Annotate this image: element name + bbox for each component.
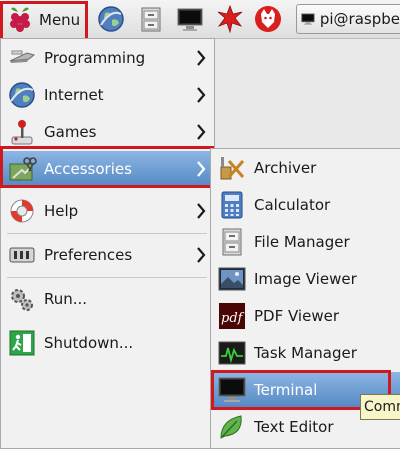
submenu-item-calculator[interactable]: Calculator: [213, 187, 400, 223]
taskbar: Menu pi@raspbe: [0, 0, 400, 41]
menu-button-highlight: [0, 1, 88, 41]
chevron-right-icon: [197, 203, 206, 219]
mathematica-icon[interactable]: [216, 5, 244, 33]
preferences-icon: [9, 247, 35, 263]
exit-icon: [9, 330, 35, 356]
submenu-item-pdf-viewer[interactable]: pdf PDF Viewer: [213, 298, 400, 334]
svg-text:pdf: pdf: [221, 311, 245, 326]
menu-item-shutdown[interactable]: Shutdown...: [3, 325, 212, 361]
submenu-item-archiver[interactable]: Archiver: [213, 150, 400, 186]
image-viewer-icon: [218, 267, 246, 291]
tooltip-text: Comm: [364, 399, 400, 415]
submenu-item-label: Image Viewer: [254, 270, 357, 288]
submenu-item-label: Task Manager: [254, 344, 357, 362]
browser-globe-icon[interactable]: [97, 5, 125, 33]
menu-item-label: Programming: [44, 49, 146, 67]
menu-item-label: Games: [44, 123, 97, 141]
file-cabinet-icon: [222, 228, 242, 256]
pdf-icon: pdf: [219, 303, 245, 329]
run-gears-icon: [11, 289, 33, 311]
menu-item-internet[interactable]: Internet: [3, 77, 212, 113]
menu-separator: [7, 233, 207, 234]
submenu-item-image-viewer[interactable]: Image Viewer: [213, 261, 400, 297]
menu-item-label: Internet: [44, 86, 104, 104]
menu-item-games[interactable]: Games: [3, 114, 212, 150]
main-menu: Programming Internet Games Accessories H…: [0, 38, 215, 449]
menu-item-label: Preferences: [44, 246, 133, 264]
terminal-icon: [301, 13, 315, 25]
wolfram-icon[interactable]: [254, 5, 282, 33]
lifebuoy-icon: [10, 199, 34, 223]
submenu-item-label: Calculator: [254, 196, 331, 214]
joystick-icon: [11, 120, 33, 145]
task-button-label: pi@raspbe: [319, 10, 400, 28]
tooltip: Comm: [360, 394, 400, 420]
chevron-right-icon: [197, 50, 206, 66]
text-editor-leaf-icon: [220, 415, 242, 439]
menu-item-label: Shutdown...: [44, 334, 134, 352]
menu-item-label: Help: [44, 202, 79, 220]
submenu-item-task-manager[interactable]: Task Manager: [213, 335, 400, 371]
submenu-item-label: Text Editor: [254, 418, 334, 436]
menu-item-programming[interactable]: Programming: [3, 40, 212, 76]
menu-item-help[interactable]: Help: [3, 193, 212, 229]
calculator-icon: [221, 191, 243, 219]
task-manager-icon: [218, 341, 246, 365]
internet-globe-icon: [9, 82, 35, 108]
menu-separator: [7, 277, 207, 278]
submenu-item-label: File Manager: [254, 233, 350, 251]
archiver-icon: [220, 157, 245, 180]
menu-item-label: Run...: [44, 290, 88, 308]
accessories-highlight: [0, 146, 214, 188]
menu-item-preferences[interactable]: Preferences: [3, 237, 212, 273]
menu-item-run[interactable]: Run...: [3, 281, 212, 317]
chevron-right-icon: [197, 124, 206, 140]
file-manager-icon[interactable]: [137, 5, 165, 33]
chevron-right-icon: [197, 247, 206, 263]
submenu-item-file-manager[interactable]: File Manager: [213, 224, 400, 260]
submenu-item-label: Archiver: [254, 159, 317, 177]
programming-icon: [9, 50, 36, 63]
chevron-right-icon: [197, 87, 206, 103]
terminal-task-button[interactable]: pi@raspbe: [296, 4, 400, 34]
terminal-icon[interactable]: [176, 5, 204, 33]
submenu-item-label: PDF Viewer: [254, 307, 339, 325]
